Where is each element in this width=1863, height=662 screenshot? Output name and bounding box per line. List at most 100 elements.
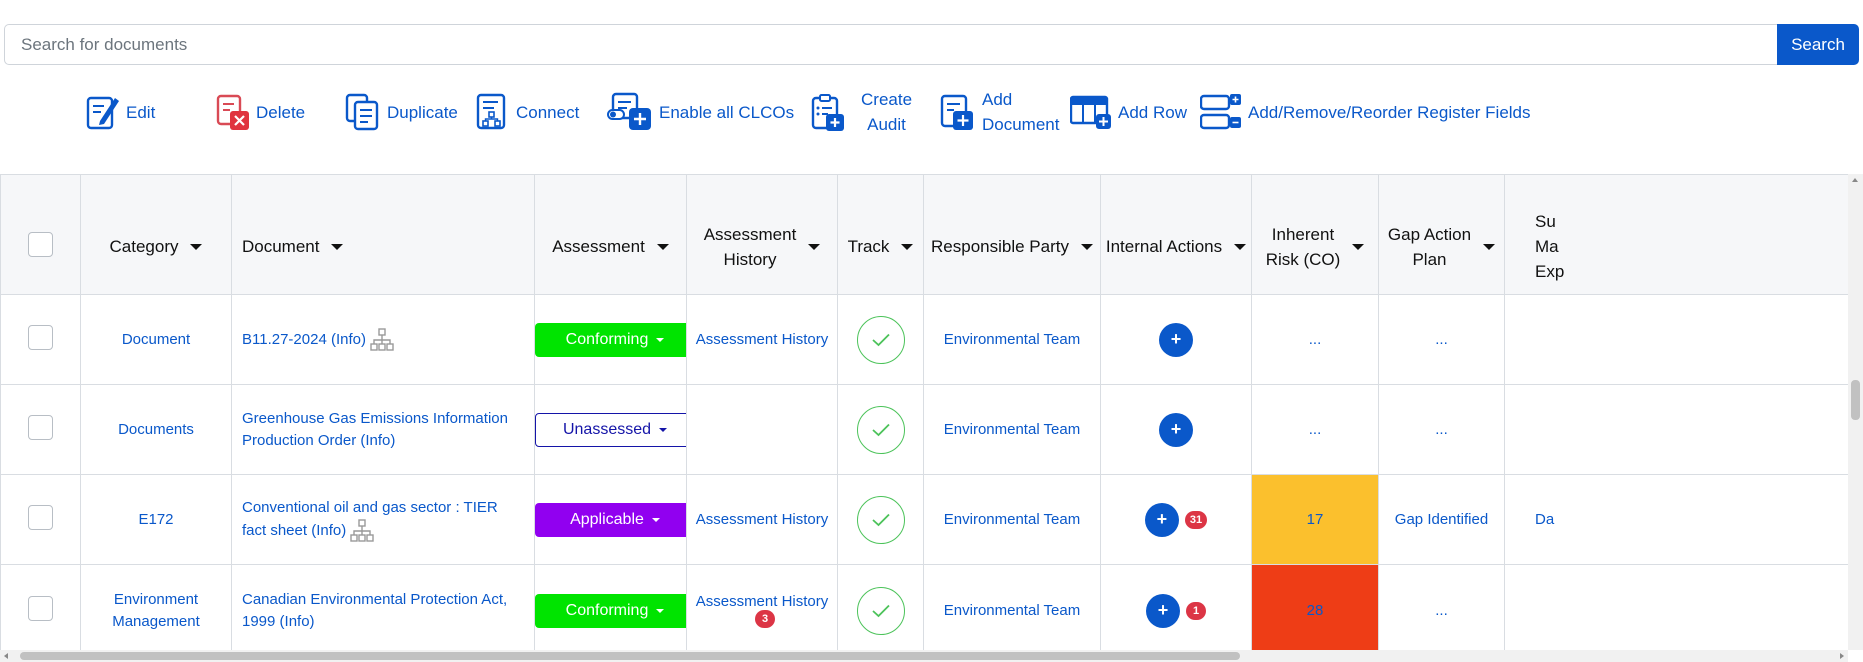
hierarchy-icon[interactable] [350,518,374,543]
connect-button[interactable]: Connect [476,92,579,132]
gap-action-plan-cell[interactable]: ... [1378,564,1505,650]
register-fields-button[interactable]: Add/Remove/Reorder Register Fields [1200,92,1531,132]
assessment-cell: Unassessed [534,384,687,475]
search-input[interactable] [4,24,1777,65]
row-select-cell [0,474,81,565]
track-check-icon[interactable] [856,495,905,544]
row-checkbox[interactable] [28,505,53,530]
track-check-icon[interactable] [856,586,905,635]
assessment-history-cell [686,384,838,475]
delete-label: Delete [256,102,306,122]
add-action-button[interactable]: + [1144,502,1179,537]
inherent-risk-cell[interactable]: 28 [1251,564,1379,650]
assessment-cell: Applicable [534,474,687,565]
assessment-history-link[interactable]: Assessment History [696,331,829,348]
track-cell [837,564,924,650]
add-action-button[interactable]: + [1159,322,1193,357]
create-audit-button[interactable]: Create Audit [811,84,912,140]
horizontal-scroll-thumb[interactable] [20,652,1240,660]
responsible-party-cell[interactable]: Environmental Team [923,384,1101,475]
delete-button[interactable]: Delete [216,92,305,132]
document-header[interactable]: Document [231,174,535,295]
vertical-scroll-thumb[interactable] [1851,380,1860,420]
scroll-up-icon[interactable] [1852,178,1858,182]
responsible-party-cell[interactable]: Environmental Team [923,294,1101,385]
history-count-badge: 3 [755,610,775,629]
vertical-scrollbar[interactable] [1848,174,1863,650]
scroll-right-icon[interactable] [1840,653,1844,659]
caret-down-icon[interactable] [808,243,821,250]
gap-action-plan-cell[interactable]: ... [1378,294,1505,385]
document-link[interactable]: B11.27-2024 (Info) [242,330,366,347]
track-check-icon[interactable] [856,405,905,454]
assessment-dropdown[interactable]: Unassessed [535,412,686,447]
add-row-button[interactable]: Add Row [1070,92,1187,132]
document-link[interactable]: Greenhouse Gas Emissions Information Pro… [242,410,508,449]
add-action-button[interactable]: + [1146,593,1180,628]
assessment-history-link[interactable]: Assessment History [696,511,829,528]
row-checkbox[interactable] [28,325,53,350]
scroll-left-icon[interactable] [4,653,8,659]
hierarchy-icon[interactable] [370,327,394,352]
assessment-dropdown[interactable]: Conforming [535,593,686,628]
search-button[interactable]: Search [1777,24,1859,65]
duplicate-button[interactable]: Duplicate [345,92,458,132]
category-cell[interactable]: Documents [80,384,232,475]
gap-action-plan-header[interactable]: Gap Action Plan [1378,174,1505,295]
enable-all-clcos-button[interactable]: Enable all CLCOs [607,92,794,132]
select-all-checkbox[interactable] [28,231,53,257]
category-cell[interactable]: E172 [80,474,232,565]
actions-count-badge: 31 [1184,510,1208,529]
caret-down-icon[interactable] [901,243,914,250]
inherent-risk-cell[interactable]: 17 [1251,474,1379,565]
assessment-history-link[interactable]: Assessment History [696,593,829,610]
category-header-label: Category [109,237,179,256]
horizontal-scrollbar[interactable] [0,650,1848,662]
caret-down-icon[interactable] [656,243,669,250]
document-link[interactable]: Canadian Environmental Protection Act, 1… [242,591,507,630]
assessment-history-header[interactable]: Assessment History [686,174,838,295]
category-header[interactable]: Category [80,174,232,295]
assessment-dropdown[interactable]: Conforming [535,322,686,357]
add-row-icon [1070,95,1111,129]
partial-column-header[interactable]: Su Ma Exp [1504,174,1848,295]
row-checkbox[interactable] [28,596,53,621]
gap-action-plan-cell[interactable]: ... [1378,384,1505,475]
partial-column-cell [1504,564,1848,650]
edit-label: Edit [126,102,156,122]
enable-all-icon [607,92,651,130]
search-bar: Search [4,24,1859,65]
caret-down-icon[interactable] [1080,243,1093,250]
inherent-risk-cell[interactable]: ... [1251,384,1379,475]
connect-label: Connect [516,102,580,122]
inherent-risk-cell[interactable]: ... [1251,294,1379,385]
track-header[interactable]: Track [837,174,924,295]
responsible-party-header[interactable]: Responsible Party [923,174,1101,295]
assessment-value: Unassessed [562,420,652,438]
gap-action-plan-cell[interactable]: Gap Identified [1378,474,1505,565]
category-cell[interactable]: Document [80,294,232,385]
register-table-container: Category Document Assessment Assessment … [0,174,1848,650]
caret-down-icon[interactable] [1483,243,1496,250]
responsible-party-cell[interactable]: Environmental Team [923,564,1101,650]
add-action-button[interactable]: + [1159,412,1193,447]
responsible-party-cell[interactable]: Environmental Team [923,474,1101,565]
inherent-risk-header[interactable]: Inherent Risk (CO) [1251,174,1379,295]
assessment-header[interactable]: Assessment [534,174,687,295]
track-check-icon[interactable] [856,315,905,364]
assessment-value: Conforming [565,601,649,619]
toolbar: Edit Delete Duplicate Connect Enable all… [0,90,1863,162]
caret-down-icon[interactable] [1234,243,1247,250]
add-document-button[interactable]: Add Document [940,84,1059,140]
row-checkbox[interactable] [28,415,53,440]
internal-actions-header[interactable]: Internal Actions [1100,174,1252,295]
assessment-history-cell: Assessment History [686,474,838,565]
actions-count-badge: 1 [1186,601,1206,620]
edit-button[interactable]: Edit [86,92,155,132]
internal-actions-cell: +1 [1100,564,1252,650]
caret-down-icon[interactable] [331,243,344,250]
assessment-dropdown[interactable]: Applicable [535,502,686,537]
caret-down-icon[interactable] [190,243,203,250]
category-cell[interactable]: Environment Management [80,564,232,650]
caret-down-icon[interactable] [1352,243,1365,250]
